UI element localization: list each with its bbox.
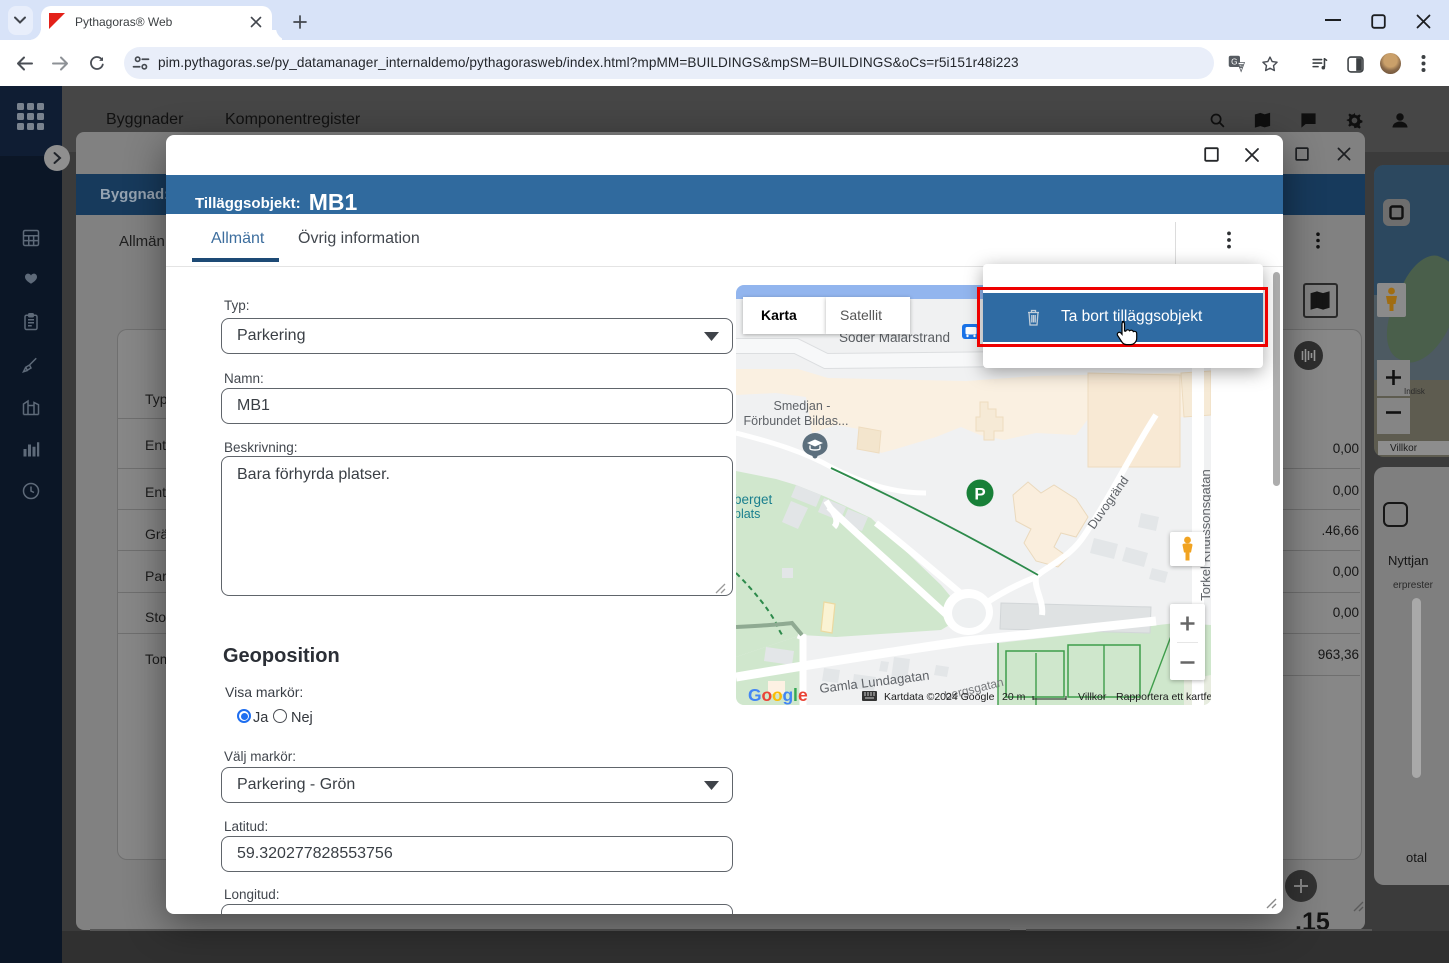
svg-text:P: P bbox=[974, 485, 985, 504]
svg-text:g: g bbox=[783, 685, 793, 705]
svg-text:o: o bbox=[762, 685, 772, 705]
svg-text:plats: plats bbox=[736, 507, 760, 521]
svg-text:G: G bbox=[1231, 57, 1237, 66]
svg-text:o: o bbox=[772, 685, 782, 705]
svg-text:Duvogränd: Duvogränd bbox=[1085, 474, 1132, 532]
svg-text:e: e bbox=[798, 685, 808, 705]
svg-text:G: G bbox=[748, 685, 761, 705]
svg-text:Rapportera ett kartfel: Rapportera ett kartfel bbox=[1116, 691, 1211, 703]
svg-text:20 m: 20 m bbox=[1002, 691, 1026, 703]
svg-text:berget: berget bbox=[736, 492, 773, 507]
svg-text:l: l bbox=[793, 685, 797, 705]
svg-text:Förbundet Bildas...: Förbundet Bildas... bbox=[744, 414, 849, 428]
svg-text:Kartdata ©2024 Google: Kartdata ©2024 Google bbox=[884, 691, 995, 703]
svg-text:Smedjan -: Smedjan - bbox=[774, 399, 831, 413]
svg-text:Villkor: Villkor bbox=[1078, 691, 1107, 703]
